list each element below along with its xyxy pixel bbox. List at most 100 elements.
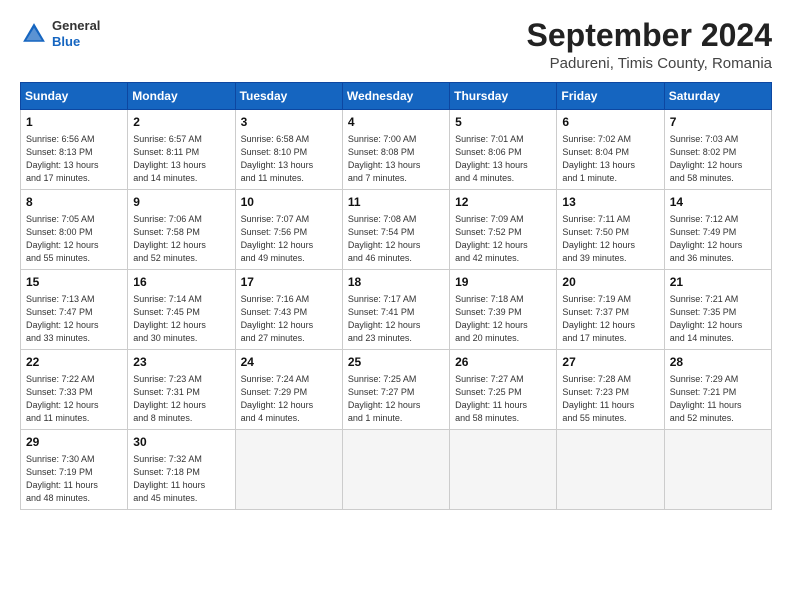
calendar-week-2: 8 Sunrise: 7:05 AM Sunset: 8:00 PM Daylig… <box>21 190 772 270</box>
table-row: 20Sunrise: 7:19 AM Sunset: 7:37 PM Dayli… <box>557 270 664 350</box>
day-info: Sunrise: 6:57 AM Sunset: 8:11 PM Dayligh… <box>133 133 229 185</box>
logo-blue: Blue <box>52 34 100 50</box>
calendar: Sunday Monday Tuesday Wednesday Thursday… <box>20 82 772 510</box>
day-number: 24 <box>241 354 337 371</box>
day-number: 10 <box>241 194 337 211</box>
table-row: 15 Sunrise: 7:13 AM Sunset: 7:47 PM Dayli… <box>21 270 128 350</box>
day-info: Sunrise: 6:58 AM Sunset: 8:10 PM Dayligh… <box>241 133 337 185</box>
table-row: 11Sunrise: 7:08 AM Sunset: 7:54 PM Dayli… <box>342 190 449 270</box>
table-row: 29Sunrise: 7:30 AM Sunset: 7:19 PM Dayli… <box>21 430 128 510</box>
table-row <box>557 430 664 510</box>
calendar-week-5: 29Sunrise: 7:30 AM Sunset: 7:19 PM Dayli… <box>21 430 772 510</box>
col-friday: Friday <box>557 83 664 110</box>
day-number: 28 <box>670 354 766 371</box>
day-number: 22 <box>26 354 122 371</box>
day-number: 6 <box>562 114 658 131</box>
day-info: Sunrise: 7:08 AM Sunset: 7:54 PM Dayligh… <box>348 213 444 265</box>
table-row: 30 Sunrise: 7:32 AM Sunset: 7:18 PM Dayli… <box>128 430 235 510</box>
day-info: Sunrise: 7:03 AM Sunset: 8:02 PM Dayligh… <box>670 133 766 185</box>
day-number: 3 <box>241 114 337 131</box>
header: General Blue September 2024 Padureni, Ti… <box>20 18 772 72</box>
day-info: Sunrise: 7:01 AM Sunset: 8:06 PM Dayligh… <box>455 133 551 185</box>
day-number: 23 <box>133 354 229 371</box>
day-number: 1 <box>26 114 122 131</box>
table-row: 1 Sunrise: 6:56 AM Sunset: 8:13 PM Daylig… <box>21 110 128 190</box>
table-row: 27Sunrise: 7:28 AM Sunset: 7:23 PM Dayli… <box>557 350 664 430</box>
table-row <box>342 430 449 510</box>
day-number: 21 <box>670 274 766 291</box>
day-number: 26 <box>455 354 551 371</box>
logo: General Blue <box>20 18 100 49</box>
col-monday: Monday <box>128 83 235 110</box>
page: General Blue September 2024 Padureni, Ti… <box>0 0 792 520</box>
day-info: Sunrise: 7:27 AM Sunset: 7:25 PM Dayligh… <box>455 373 551 425</box>
table-row: 3 Sunrise: 6:58 AM Sunset: 8:10 PM Daylig… <box>235 110 342 190</box>
calendar-week-1: 1 Sunrise: 6:56 AM Sunset: 8:13 PM Daylig… <box>21 110 772 190</box>
calendar-week-3: 15 Sunrise: 7:13 AM Sunset: 7:47 PM Dayli… <box>21 270 772 350</box>
table-row: 2 Sunrise: 6:57 AM Sunset: 8:11 PM Daylig… <box>128 110 235 190</box>
col-wednesday: Wednesday <box>342 83 449 110</box>
day-info: Sunrise: 7:30 AM Sunset: 7:19 PM Dayligh… <box>26 453 122 505</box>
day-number: 16 <box>133 274 229 291</box>
table-row: 8 Sunrise: 7:05 AM Sunset: 8:00 PM Daylig… <box>21 190 128 270</box>
day-info: Sunrise: 7:13 AM Sunset: 7:47 PM Dayligh… <box>26 293 122 345</box>
day-info: Sunrise: 7:18 AM Sunset: 7:39 PM Dayligh… <box>455 293 551 345</box>
table-row: 5Sunrise: 7:01 AM Sunset: 8:06 PM Daylig… <box>450 110 557 190</box>
title-block: September 2024 Padureni, Timis County, R… <box>527 18 772 72</box>
table-row: 12 Sunrise: 7:09 AM Sunset: 7:52 PM Dayli… <box>450 190 557 270</box>
table-row <box>664 430 771 510</box>
day-info: Sunrise: 7:02 AM Sunset: 8:04 PM Dayligh… <box>562 133 658 185</box>
day-number: 30 <box>133 434 229 451</box>
day-info: Sunrise: 7:24 AM Sunset: 7:29 PM Dayligh… <box>241 373 337 425</box>
day-info: Sunrise: 7:17 AM Sunset: 7:41 PM Dayligh… <box>348 293 444 345</box>
day-number: 12 <box>455 194 551 211</box>
table-row: 23 Sunrise: 7:23 AM Sunset: 7:31 PM Dayli… <box>128 350 235 430</box>
location-title: Padureni, Timis County, Romania <box>527 55 772 72</box>
table-row: 16 Sunrise: 7:14 AM Sunset: 7:45 PM Dayli… <box>128 270 235 350</box>
col-thursday: Thursday <box>450 83 557 110</box>
day-info: Sunrise: 7:19 AM Sunset: 7:37 PM Dayligh… <box>562 293 658 345</box>
day-info: Sunrise: 7:06 AM Sunset: 7:58 PM Dayligh… <box>133 213 229 265</box>
day-info: Sunrise: 7:29 AM Sunset: 7:21 PM Dayligh… <box>670 373 766 425</box>
day-number: 25 <box>348 354 444 371</box>
day-info: Sunrise: 7:09 AM Sunset: 7:52 PM Dayligh… <box>455 213 551 265</box>
day-number: 17 <box>241 274 337 291</box>
day-info: Sunrise: 7:32 AM Sunset: 7:18 PM Dayligh… <box>133 453 229 505</box>
day-info: Sunrise: 7:12 AM Sunset: 7:49 PM Dayligh… <box>670 213 766 265</box>
day-info: Sunrise: 7:05 AM Sunset: 8:00 PM Dayligh… <box>26 213 122 265</box>
day-info: Sunrise: 7:23 AM Sunset: 7:31 PM Dayligh… <box>133 373 229 425</box>
day-info: Sunrise: 7:22 AM Sunset: 7:33 PM Dayligh… <box>26 373 122 425</box>
day-info: Sunrise: 7:16 AM Sunset: 7:43 PM Dayligh… <box>241 293 337 345</box>
day-info: Sunrise: 7:14 AM Sunset: 7:45 PM Dayligh… <box>133 293 229 345</box>
table-row: 10 Sunrise: 7:07 AM Sunset: 7:56 PM Dayli… <box>235 190 342 270</box>
day-number: 2 <box>133 114 229 131</box>
table-row: 9 Sunrise: 7:06 AM Sunset: 7:58 PM Daylig… <box>128 190 235 270</box>
table-row: 18Sunrise: 7:17 AM Sunset: 7:41 PM Dayli… <box>342 270 449 350</box>
table-row <box>450 430 557 510</box>
table-row: 28 Sunrise: 7:29 AM Sunset: 7:21 PM Dayli… <box>664 350 771 430</box>
table-row: 7 Sunrise: 7:03 AM Sunset: 8:02 PM Daylig… <box>664 110 771 190</box>
logo-text: General Blue <box>52 18 100 49</box>
calendar-week-4: 22 Sunrise: 7:22 AM Sunset: 7:33 PM Dayli… <box>21 350 772 430</box>
table-row: 21 Sunrise: 7:21 AM Sunset: 7:35 PM Dayli… <box>664 270 771 350</box>
table-row: 17 Sunrise: 7:16 AM Sunset: 7:43 PM Dayli… <box>235 270 342 350</box>
day-info: Sunrise: 7:11 AM Sunset: 7:50 PM Dayligh… <box>562 213 658 265</box>
day-number: 7 <box>670 114 766 131</box>
table-row: 13Sunrise: 7:11 AM Sunset: 7:50 PM Dayli… <box>557 190 664 270</box>
table-row: 4 Sunrise: 7:00 AM Sunset: 8:08 PM Daylig… <box>342 110 449 190</box>
day-number: 4 <box>348 114 444 131</box>
table-row: 6 Sunrise: 7:02 AM Sunset: 8:04 PM Daylig… <box>557 110 664 190</box>
table-row <box>235 430 342 510</box>
day-info: Sunrise: 6:56 AM Sunset: 8:13 PM Dayligh… <box>26 133 122 185</box>
day-info: Sunrise: 7:00 AM Sunset: 8:08 PM Dayligh… <box>348 133 444 185</box>
day-info: Sunrise: 7:28 AM Sunset: 7:23 PM Dayligh… <box>562 373 658 425</box>
day-info: Sunrise: 7:21 AM Sunset: 7:35 PM Dayligh… <box>670 293 766 345</box>
day-number: 9 <box>133 194 229 211</box>
table-row: 25Sunrise: 7:25 AM Sunset: 7:27 PM Dayli… <box>342 350 449 430</box>
day-number: 19 <box>455 274 551 291</box>
col-tuesday: Tuesday <box>235 83 342 110</box>
day-info: Sunrise: 7:07 AM Sunset: 7:56 PM Dayligh… <box>241 213 337 265</box>
day-number: 15 <box>26 274 122 291</box>
day-number: 14 <box>670 194 766 211</box>
day-number: 8 <box>26 194 122 211</box>
